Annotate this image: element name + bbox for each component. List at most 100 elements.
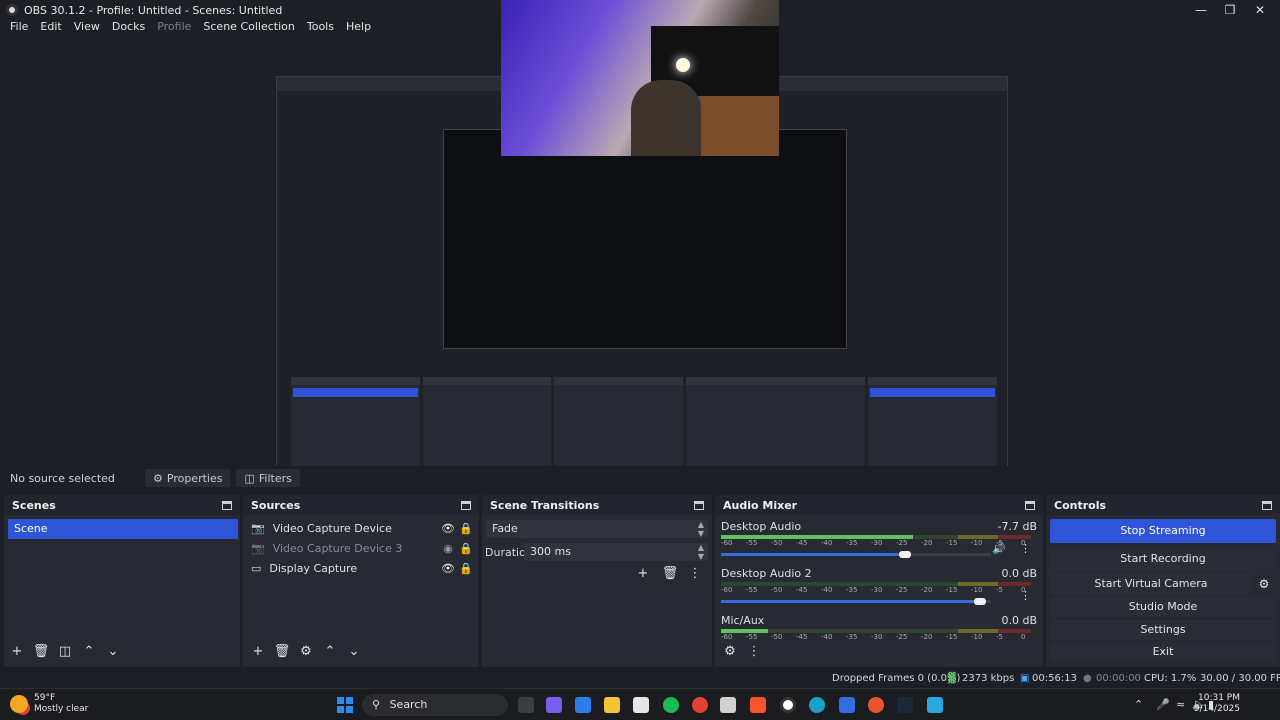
clock-time: 10:31 PM xyxy=(1198,693,1240,703)
scale-tick: -15 xyxy=(946,539,958,547)
undock-icon[interactable] xyxy=(1262,500,1272,510)
controls-body: Stop Streaming Start Recording Start Vir… xyxy=(1046,515,1280,667)
windows-start-icon[interactable] xyxy=(337,697,353,713)
captured-scenes-panel xyxy=(291,377,420,475)
scale-tick: -35 xyxy=(846,633,858,641)
minimize-button[interactable]: — xyxy=(1186,0,1216,20)
undock-icon[interactable] xyxy=(222,500,232,510)
mixer-header: Audio Mixer xyxy=(715,495,1043,515)
weather-desc: Mostly clear xyxy=(34,704,89,714)
app-icon[interactable] xyxy=(720,697,736,713)
source-item[interactable]: 📷 Video Capture Device 3 ◉ 🔒 xyxy=(251,538,473,558)
store-icon[interactable] xyxy=(633,697,649,713)
menu-view[interactable]: View xyxy=(68,19,106,35)
obs-icon[interactable] xyxy=(780,697,796,713)
more-icon[interactable]: ⋮ xyxy=(1020,542,1031,555)
studio-mode-button[interactable]: Studio Mode xyxy=(1050,597,1276,617)
gear-icon[interactable]: ⚙ xyxy=(721,643,739,661)
sources-toolbar: + 🗑 ⚙ ⌃ ⌄ xyxy=(249,643,363,661)
duration-input[interactable]: 300 ms ▲ ▼ xyxy=(524,543,708,561)
volume-slider[interactable] xyxy=(721,549,991,559)
copilot-icon[interactable] xyxy=(546,697,562,713)
start-recording-button[interactable]: Start Recording xyxy=(1050,549,1276,569)
task-view-icon[interactable] xyxy=(518,697,534,713)
properties-button[interactable]: ⚙ Properties xyxy=(145,469,231,487)
filters-button[interactable]: ◫ Filters xyxy=(236,469,300,487)
menu-docks[interactable]: Docks xyxy=(106,19,151,35)
add-icon[interactable]: + xyxy=(8,643,26,661)
taskbar-clock[interactable]: 10:31 PM 9/14/2025 xyxy=(1194,693,1240,715)
scenes-header: Scenes xyxy=(4,495,240,515)
more-icon[interactable]: ⋮ xyxy=(1020,589,1031,602)
undock-icon[interactable] xyxy=(1025,500,1035,510)
gear-icon[interactable]: ⚙ xyxy=(297,643,315,661)
lock-icon[interactable]: 🔒 xyxy=(459,522,473,535)
todo-icon[interactable] xyxy=(575,697,591,713)
move-up-icon[interactable]: ⌃ xyxy=(80,643,98,661)
captured-docks xyxy=(291,377,997,475)
menu-scene-collection[interactable]: Scene Collection xyxy=(197,19,300,35)
volume-slider[interactable] xyxy=(721,596,991,606)
filter-icon[interactable]: ◫ xyxy=(56,643,74,661)
edge-icon[interactable] xyxy=(809,697,825,713)
file-explorer-icon[interactable] xyxy=(604,697,620,713)
move-up-icon[interactable]: ⌃ xyxy=(321,643,339,661)
mixer-track-mic-aux: Mic/Aux 0.0 dB -60 -55 -50 -45 -40 -35 -30 -25-… xyxy=(721,614,1037,643)
add-icon[interactable]: + xyxy=(634,565,652,583)
search-icon: ⚲ xyxy=(372,698,381,711)
scenes-dock: Scenes Scene + 🗑 ◫ ⌃ ⌄ xyxy=(4,495,240,667)
eye-hidden-icon[interactable]: ◉ xyxy=(441,542,455,555)
menu-help[interactable]: Help xyxy=(340,19,377,35)
more-icon[interactable]: ⋮ xyxy=(745,643,763,661)
trash-icon[interactable]: 🗑 xyxy=(661,565,679,583)
app-icon[interactable] xyxy=(927,697,943,713)
scene-item[interactable]: Scene xyxy=(8,519,238,539)
add-icon[interactable]: + xyxy=(249,643,267,661)
move-down-icon[interactable]: ⌄ xyxy=(104,643,122,661)
virtual-camera-settings-icon[interactable]: ⚙ xyxy=(1254,574,1274,594)
maximize-button[interactable]: ❐ xyxy=(1215,0,1245,20)
steam-icon[interactable] xyxy=(897,697,913,713)
transition-select[interactable]: Fade ▲ ▼ xyxy=(486,520,708,538)
trash-icon[interactable]: 🗑 xyxy=(273,643,291,661)
spotify-icon[interactable] xyxy=(663,697,679,713)
source-item[interactable]: ▭ Display Capture 👁 🔒 xyxy=(251,558,473,578)
transitions-header: Scene Transitions xyxy=(482,495,712,515)
speaker-icon[interactable]: 🔊 xyxy=(992,542,1006,555)
preview-area[interactable] xyxy=(0,0,1280,488)
scale-tick: -10 xyxy=(971,539,983,547)
lock-icon[interactable]: 🔒 xyxy=(459,562,473,575)
menu-tools[interactable]: Tools xyxy=(301,19,340,35)
source-item[interactable]: 📷 Video Capture Device 👁 🔒 xyxy=(251,518,473,538)
close-button[interactable]: ✕ xyxy=(1245,0,1275,20)
move-down-icon[interactable]: ⌄ xyxy=(345,643,363,661)
menu-edit[interactable]: Edit xyxy=(34,19,67,35)
stop-streaming-button[interactable]: Stop Streaming xyxy=(1050,519,1276,543)
vscode-icon[interactable] xyxy=(839,697,855,713)
track-db: -7.7 dB xyxy=(997,520,1038,533)
more-icon[interactable]: ⋮ xyxy=(686,565,704,583)
brave-icon[interactable] xyxy=(750,697,766,713)
chrome-icon[interactable] xyxy=(692,697,708,713)
lock-icon[interactable]: 🔒 xyxy=(459,542,473,555)
weather-widget[interactable]: 59°F Mostly clear xyxy=(10,693,88,715)
settings-button[interactable]: Settings xyxy=(1050,620,1276,640)
microphone-icon[interactable]: 🎤 xyxy=(1156,698,1170,711)
eye-icon[interactable]: 👁 xyxy=(441,522,455,535)
scale-tick: -10 xyxy=(971,633,983,641)
clock-date: 9/14/2025 xyxy=(1193,704,1240,714)
undock-icon[interactable] xyxy=(461,500,471,510)
firefox-icon[interactable] xyxy=(868,697,884,713)
menu-profile[interactable]: Profile xyxy=(151,19,197,35)
start-virtual-camera-button[interactable]: Start Virtual Camera xyxy=(1050,574,1252,594)
tray-chevron-icon[interactable]: ⌃ xyxy=(1134,698,1143,711)
wifi-icon[interactable]: ≈ xyxy=(1176,698,1185,711)
trash-icon[interactable]: 🗑 xyxy=(32,643,50,661)
scale-tick: -40 xyxy=(821,633,833,641)
undock-icon[interactable] xyxy=(694,500,704,510)
camera-icon: 📷 xyxy=(251,541,265,555)
menu-file[interactable]: File xyxy=(4,19,34,35)
taskbar-search[interactable]: ⚲ Search xyxy=(362,694,508,716)
eye-icon[interactable]: 👁 xyxy=(441,562,455,575)
exit-button[interactable]: Exit xyxy=(1050,642,1276,662)
